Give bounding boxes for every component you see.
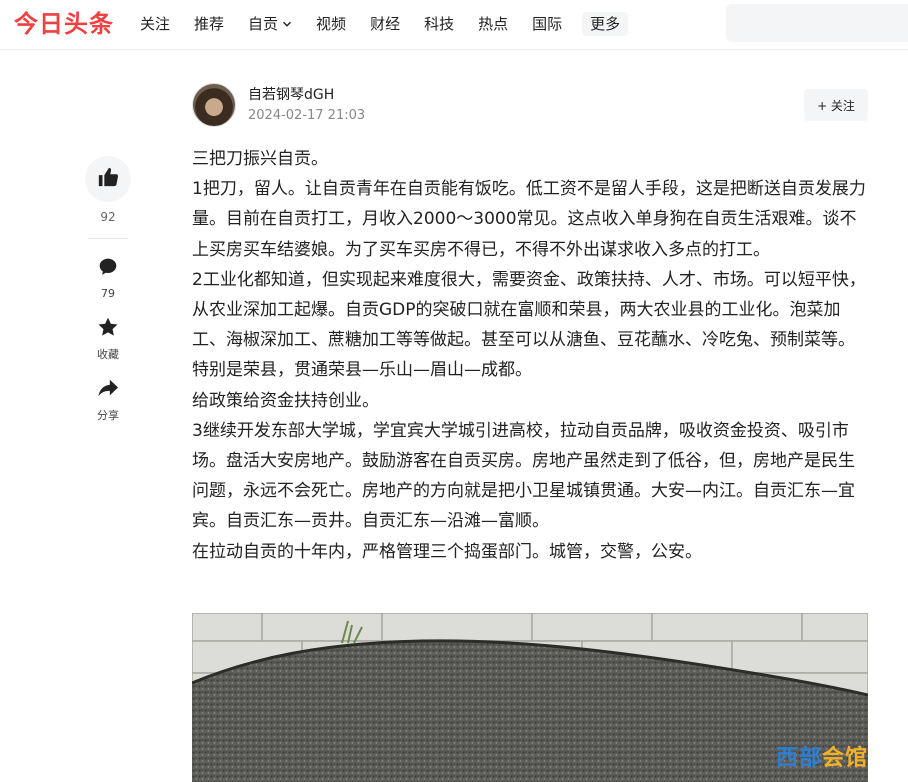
comment-icon	[98, 257, 118, 281]
rail-divider	[88, 238, 128, 239]
chevron-down-icon	[282, 19, 292, 29]
watermark-logo: 西部会馆	[776, 746, 869, 771]
like-count: 92	[100, 210, 116, 224]
nav-item-local-zigong[interactable]: 自贡	[248, 12, 292, 36]
article-paragraph: 3继续开发东部大学城，学宜宾大学城引进高校，拉动自贡品牌，吸收资金投资、吸引市场…	[192, 420, 855, 532]
photo-illustration	[192, 613, 868, 782]
nav-item-follow[interactable]: 关注	[140, 12, 170, 36]
nav-item-finance[interactable]: 财经	[370, 12, 400, 36]
article-paragraph: 2工业化都知道，但实现起来难度很大，需要资金、政策扶持、人才、市场。可以短平快，…	[192, 269, 866, 381]
search-input[interactable]	[726, 4, 908, 42]
share-button[interactable]: 分享	[97, 377, 119, 422]
toutiao-logo[interactable]: 今日头条	[14, 7, 114, 41]
article-paragraph: 三把刀振兴自贡。	[192, 149, 328, 169]
nav-item-tech[interactable]: 科技	[424, 12, 454, 36]
nav-item-video[interactable]: 视频	[316, 12, 346, 36]
favorite-button[interactable]: 收藏	[97, 316, 119, 361]
share-icon	[97, 377, 119, 403]
article-photo	[192, 613, 868, 782]
author-header: 自若钢琴dGH 2024-02-17 21:03 + 关注	[192, 82, 868, 128]
nav-more-button[interactable]: 更多	[582, 12, 629, 36]
follow-button[interactable]: + 关注	[804, 89, 868, 121]
article-paragraph: 给政策给资金扶持创业。	[192, 390, 379, 411]
article-action-rail: 92 79 收藏 分享	[84, 156, 132, 438]
like-button[interactable]	[85, 156, 131, 202]
avatar[interactable]	[192, 83, 236, 127]
article-paragraph: 在拉动自贡的十年内，严格管理三个捣蛋部门。城管，交警，公安。	[192, 541, 702, 562]
article-body: 三把刀振兴自贡。 1把刀，留人。让自贡青年在自贡能有饭吃。低工资不是留人手段，这…	[192, 144, 868, 567]
nav-item-hot[interactable]: 热点	[478, 12, 508, 36]
favorite-label: 收藏	[97, 348, 119, 361]
star-icon	[97, 316, 119, 342]
channel-nav: 关注 推荐 自贡 视频 财经 科技 热点 国际 更多	[140, 12, 652, 36]
nav-item-international[interactable]: 国际	[532, 12, 562, 36]
nav-item-recommend[interactable]: 推荐	[194, 12, 224, 36]
share-label: 分享	[97, 409, 119, 422]
thumbs-up-icon	[97, 166, 119, 192]
top-nav-bar: 今日头条 关注 推荐 自贡 视频 财经 科技 热点 国际 更多	[0, 0, 908, 50]
comment-count: 79	[101, 287, 115, 300]
article-paragraph: 1把刀，留人。让自贡青年在自贡能有饭吃。低工资不是留人手段，这是把断送自贡发展力…	[192, 179, 866, 260]
author-name[interactable]: 自若钢琴dGH	[248, 86, 334, 104]
publish-time: 2024-02-17 21:03	[248, 108, 366, 123]
comment-button[interactable]: 79	[98, 257, 118, 300]
